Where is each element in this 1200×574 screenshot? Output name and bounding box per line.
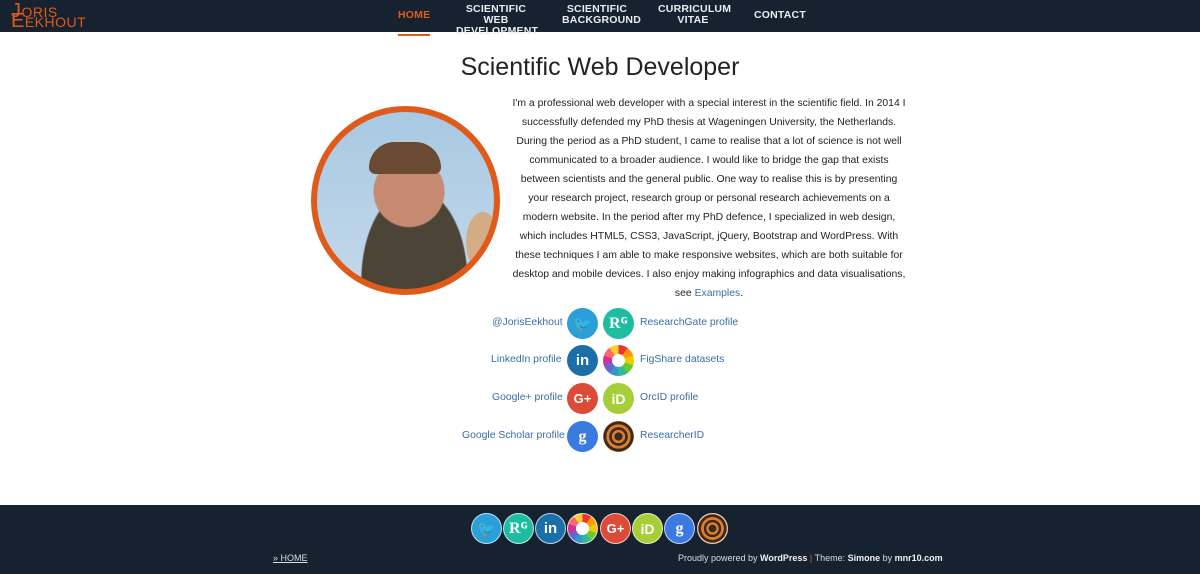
orcid-profile-link[interactable]: OrcID profile bbox=[640, 392, 698, 403]
page-title: Scientific Web Developer bbox=[460, 53, 740, 81]
figshare-datasets-link[interactable]: FigShare datasets bbox=[640, 354, 724, 365]
linkedin-icon[interactable]: in bbox=[535, 513, 566, 544]
wordpress-link[interactable]: WordPress bbox=[760, 553, 807, 563]
intro-end: . bbox=[740, 288, 744, 299]
researcherid-icon[interactable] bbox=[603, 421, 634, 452]
nav-curriculum-vitae[interactable]: CURRICULUM VITAE bbox=[658, 4, 731, 26]
linkedin-profile-link[interactable]: LinkedIn profile bbox=[491, 354, 561, 365]
nav-scientific-web-development[interactable]: SCIENTIFIC WEB DEVELOPMENT bbox=[456, 4, 538, 37]
nav-scientific-background[interactable]: SCIENTIFIC BACKGROUND bbox=[562, 4, 641, 26]
google-scholar-icon[interactable]: g bbox=[664, 513, 695, 544]
orcid-icon[interactable]: iD bbox=[603, 383, 634, 414]
researchgate-icon[interactable]: Rᴳ bbox=[603, 308, 634, 339]
intro-paragraph: I'm a professional web developer with a … bbox=[510, 94, 908, 303]
nav-home[interactable]: HOME bbox=[398, 10, 431, 36]
twitter-icon[interactable]: 🐦 bbox=[471, 513, 502, 544]
figshare-icon[interactable] bbox=[603, 345, 634, 376]
site-footer: 🐦 Rᴳ in G+ iD g » HOME Proudly powered b… bbox=[0, 505, 1200, 574]
researchgate-icon[interactable]: Rᴳ bbox=[503, 513, 534, 544]
logo-line-2: EEKHOUT bbox=[11, 10, 86, 33]
researcherid-link[interactable]: ResearcherID bbox=[640, 430, 704, 441]
google-scholar-icon[interactable]: g bbox=[567, 421, 598, 452]
credits-separator: | bbox=[807, 553, 815, 563]
figshare-icon[interactable] bbox=[567, 513, 598, 544]
footer-credits: Proudly powered by WordPress | Theme: Si… bbox=[678, 553, 943, 563]
google-plus-icon[interactable]: G+ bbox=[600, 513, 631, 544]
researchgate-profile-link[interactable]: ResearchGate profile bbox=[640, 317, 738, 328]
linkedin-icon[interactable]: in bbox=[567, 345, 598, 376]
logo-text-ekhout: EKHOUT bbox=[24, 14, 87, 30]
photo-detail bbox=[369, 142, 441, 174]
google-plus-profile-link[interactable]: Google+ profile bbox=[492, 392, 563, 403]
theme-link[interactable]: Simone bbox=[848, 553, 881, 563]
orcid-icon[interactable]: iD bbox=[632, 513, 663, 544]
examples-link[interactable]: Examples bbox=[695, 288, 741, 299]
twitter-profile-link[interactable]: @JorisEekhout bbox=[492, 317, 563, 328]
credits-prefix: Proudly powered by bbox=[678, 553, 761, 563]
credits-by: by bbox=[880, 553, 895, 563]
breadcrumb-home[interactable]: » HOME bbox=[273, 553, 308, 563]
logo-initial-e: E bbox=[11, 10, 25, 32]
twitter-icon[interactable]: 🐦 bbox=[567, 308, 598, 339]
top-navbar: JORIS EEKHOUT HOME SCIENTIFIC WEB DEVELO… bbox=[0, 0, 1200, 37]
nav-contact[interactable]: CONTACT bbox=[754, 10, 806, 21]
author-link[interactable]: mnr10.com bbox=[895, 553, 943, 563]
site-logo[interactable]: JORIS EEKHOUT bbox=[11, 0, 103, 33]
credits-theme-label: Theme: bbox=[814, 553, 848, 563]
google-scholar-profile-link[interactable]: Google Scholar profile bbox=[462, 430, 565, 441]
photo-detail bbox=[466, 212, 494, 272]
google-plus-icon[interactable]: G+ bbox=[567, 383, 598, 414]
researcherid-icon[interactable] bbox=[697, 513, 728, 544]
intro-text: I'm a professional web developer with a … bbox=[512, 98, 906, 299]
profile-photo bbox=[311, 106, 500, 295]
